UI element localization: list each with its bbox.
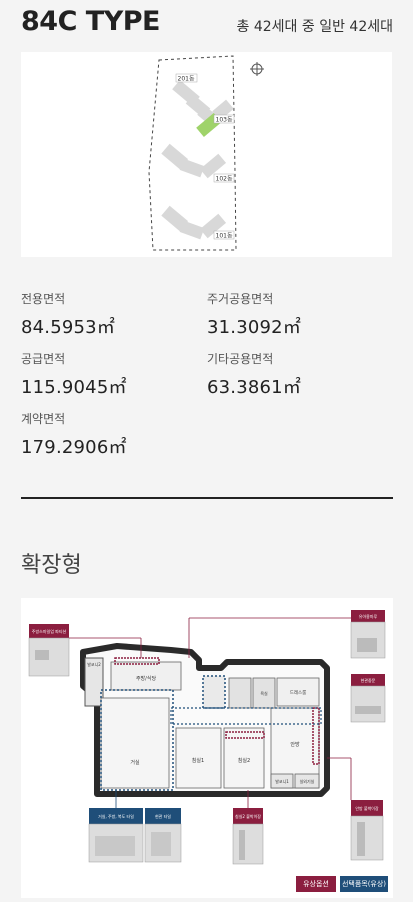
paid-option-button[interactable]: 유상옵션 [296,876,336,892]
svg-text:실외기실: 실외기실 [300,778,315,784]
svg-text:안방: 안방 [290,741,300,748]
svg-text:침실2 붙박이장: 침실2 붙박이장 [235,813,261,819]
spec-label: 기타공용면적 [207,352,274,366]
callout-kids-floor[interactable]: 유아용마루 [188,610,386,659]
svg-text:주방/식당: 주방/식당 [136,675,156,682]
spec-label: 공급면적 [21,352,66,366]
svg-text:침실1: 침실1 [192,757,204,764]
building-102[interactable]: 102동 [161,143,235,183]
site-map: 201동 103동 102동 101동 [21,52,392,257]
floor-plan: 발코니2 주방/식당 거실 침실1 침실2 안방 드레스룸 욕실 발코니1 실외… [21,598,393,898]
unit-type-title: 84C TYPE [21,6,161,37]
svg-text:욕실: 욕실 [260,690,268,696]
spec-value: 84.5953㎡ [21,317,116,338]
building-101[interactable]: 101동 [161,205,235,240]
spec-exclusive-area: 전용면적 84.5953㎡ [21,290,115,339]
spec-label: 계약면적 [21,412,66,426]
spec-label: 주거공용면적 [207,292,274,306]
svg-text:유아용마루: 유아용마루 [359,613,378,619]
callout-floor-tile[interactable]: 거실, 주방, 복도 타일 [88,790,144,863]
callout-entrance-tile[interactable]: 현관 타일 [144,808,182,863]
spec-other-common-area: 기타공용면적 63.3861㎡ [207,350,301,399]
svg-text:103동: 103동 [216,117,233,124]
svg-text:발코니2: 발코니2 [87,661,101,667]
svg-text:거실: 거실 [130,759,140,766]
svg-text:발코니1: 발코니1 [275,778,289,784]
spec-value: 179.2906㎡ [21,437,127,458]
spec-label: 전용면적 [21,292,66,306]
spec-value: 115.9045㎡ [21,377,127,398]
section-divider [21,497,393,499]
optional-item-button[interactable]: 선택품목(유상) [340,876,388,892]
household-count: 총 42세대 중 일반 42세대 [236,19,393,35]
plan-section-title: 확장형 [21,553,82,578]
svg-text:침실2: 침실2 [238,757,250,764]
spec-residential-common-area: 주거공용면적 31.3092㎡ [207,290,301,339]
svg-text:현관중문: 현관중문 [361,677,376,683]
spec-value: 31.3092㎡ [207,317,302,338]
spec-contract-area: 계약면적 179.2906㎡ [21,410,127,459]
header: 84C TYPE 총 42세대 중 일반 42세대 [21,6,393,40]
svg-text:102동: 102동 [216,176,233,183]
callout-entrance-door[interactable]: 현관중문 [350,674,386,723]
callout-master-closet[interactable]: 안방 붙박이장 [327,757,384,861]
svg-text:주방스마일업 파티션: 주방스마일업 파티션 [32,628,67,634]
svg-text:현관 타일: 현관 타일 [155,813,171,819]
svg-text:안방 붙박이장: 안방 붙박이장 [355,805,379,811]
compass-icon [250,62,264,76]
svg-text:101동: 101동 [216,233,233,240]
svg-text:드레스룸: 드레스룸 [290,689,307,696]
callout-bedroom2-closet[interactable]: 침실2 붙박이장 [232,790,264,865]
svg-text:201동: 201동 [178,76,195,83]
spec-value: 63.3861㎡ [207,377,302,398]
svg-text:거실, 주방, 복도 타일: 거실, 주방, 복도 타일 [98,813,134,819]
spec-supply-area: 공급면적 115.9045㎡ [21,350,127,399]
